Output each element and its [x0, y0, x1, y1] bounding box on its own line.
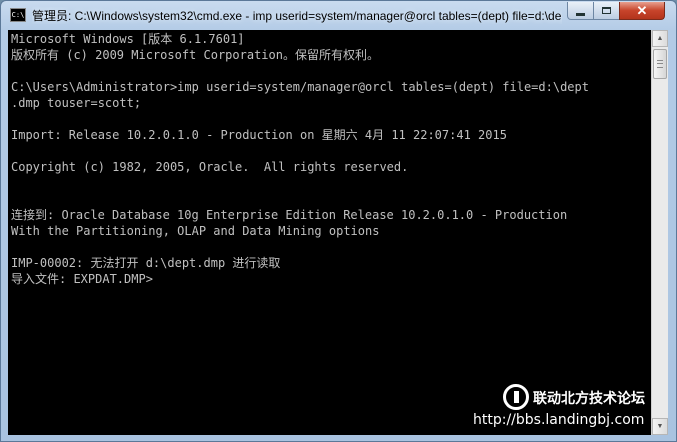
scroll-up-button[interactable]: ▲	[652, 30, 668, 47]
close-icon: ✕	[636, 2, 648, 18]
window-title: 管理员: C:\Windows\system32\cmd.exe - imp u…	[32, 9, 562, 23]
console-line: 连接到: Oracle Database 10g Enterprise Edit…	[11, 208, 568, 222]
minimize-button[interactable]	[567, 2, 594, 20]
console-line: 版权所有 (c) 2009 Microsoft Corporation。保留所有…	[11, 48, 379, 62]
maximize-icon	[602, 7, 611, 14]
console-output[interactable]: Microsoft Windows [版本 6.1.7601] 版权所有 (c) …	[8, 30, 651, 435]
chevron-up-icon: ▲	[656, 35, 664, 42]
forum-watermark: 联动北方技术论坛 http://bbs.landingbj.com	[470, 384, 670, 434]
console-line: C:\Users\Administrator>imp userid=system…	[11, 80, 589, 94]
maximize-button[interactable]	[593, 2, 620, 20]
vertical-scrollbar[interactable]: ▲ ▼	[651, 30, 668, 435]
console-line: 导入文件: EXPDAT.DMP>	[11, 272, 153, 286]
cmd-icon-text: C:\	[11, 11, 25, 19]
scroll-thumb[interactable]	[653, 49, 667, 79]
forum-logo-icon	[503, 384, 529, 410]
cmd-window: C:\ 管理员: C:\Windows\system32\cmd.exe - i…	[0, 0, 677, 442]
console-lines: Microsoft Windows [版本 6.1.7601] 版权所有 (c) …	[11, 31, 589, 287]
minimize-icon	[576, 12, 585, 16]
watermark-url: http://bbs.landingbj.com	[473, 412, 645, 428]
cmd-app-icon[interactable]: C:\	[10, 8, 26, 22]
watermark-name: 联动北方技术论坛	[533, 391, 645, 407]
console-line: .dmp touser=scott;	[11, 96, 142, 110]
title-bar[interactable]: C:\ 管理员: C:\Windows\system32\cmd.exe - i…	[1, 1, 676, 29]
console-line: With the Partitioning, OLAP and Data Min…	[11, 224, 380, 238]
grip-icon	[657, 60, 663, 68]
console-line: Copyright (c) 1982, 2005, Oracle. All ri…	[11, 160, 409, 174]
console-line: Microsoft Windows [版本 6.1.7601]	[11, 32, 245, 46]
console-line: IMP-00002: 无法打开 d:\dept.dmp 进行读取	[11, 256, 281, 270]
close-button[interactable]: ✕	[619, 2, 665, 20]
console-line: Import: Release 10.2.0.1.0 - Production …	[11, 128, 507, 142]
